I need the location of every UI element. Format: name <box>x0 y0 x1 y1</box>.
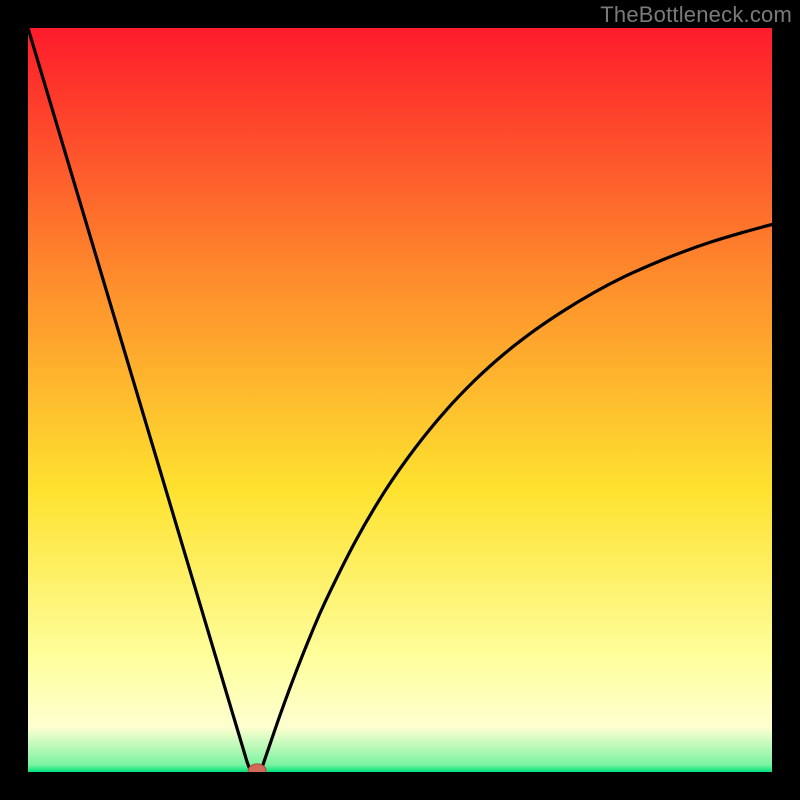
plot-area <box>28 28 772 772</box>
watermark-text: TheBottleneck.com <box>600 2 792 28</box>
chart-svg <box>28 28 772 772</box>
chart-frame: TheBottleneck.com <box>0 0 800 800</box>
